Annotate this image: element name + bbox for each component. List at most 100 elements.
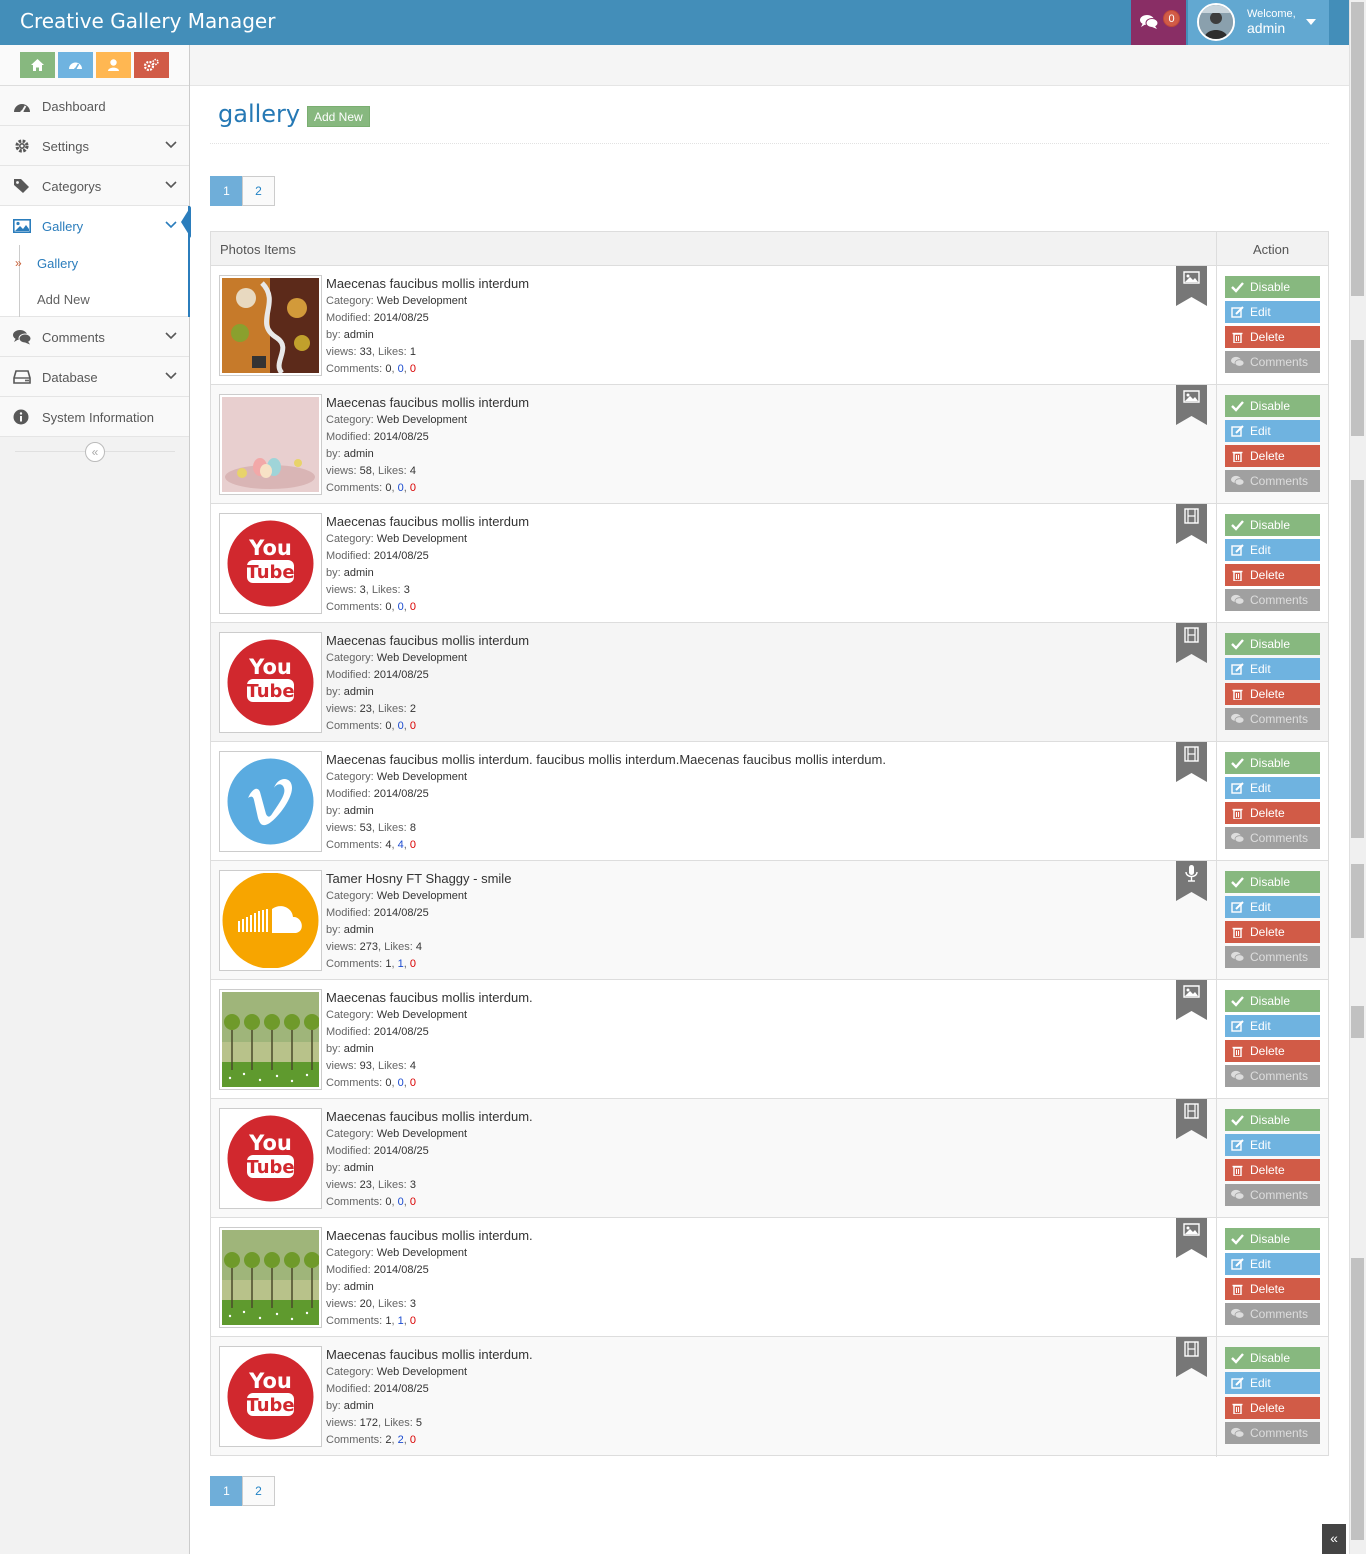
thumbnail-image[interactable] [219, 989, 322, 1090]
delete-button[interactable]: Delete [1225, 1278, 1320, 1300]
item-title[interactable]: Tamer Hosny FT Shaggy - smile [326, 871, 1176, 887]
sidebar-collapse-button[interactable]: « [85, 442, 105, 462]
scrollbar-thumb[interactable] [1351, 1006, 1364, 1038]
disable-button[interactable]: Disable [1225, 395, 1320, 417]
disable-button[interactable]: Disable [1225, 633, 1320, 655]
item-title[interactable]: Maecenas faucibus mollis interdum. [326, 1347, 1176, 1363]
cogs-shortcut-button[interactable] [134, 52, 169, 78]
delete-button[interactable]: Delete [1225, 683, 1320, 705]
sidebar-item-categorys[interactable]: Categorys [0, 166, 189, 206]
scroll-to-top-button[interactable]: « [1322, 1524, 1346, 1554]
disable-button[interactable]: Disable [1225, 1109, 1320, 1131]
item-title[interactable]: Maecenas faucibus mollis interdum [326, 514, 1176, 530]
comments-button[interactable]: Comments [1225, 1184, 1320, 1206]
delete-button[interactable]: Delete [1225, 1397, 1320, 1419]
edit-button[interactable]: Edit [1225, 658, 1320, 680]
page-1-button[interactable]: 1 [210, 176, 243, 206]
scrollbar-thumb[interactable] [1351, 340, 1364, 436]
messages-button[interactable]: 0 [1131, 0, 1186, 45]
scrollbar-thumb[interactable] [1351, 864, 1364, 938]
edit-button[interactable]: Edit [1225, 420, 1320, 442]
item-title[interactable]: Maecenas faucibus mollis interdum [326, 276, 1176, 292]
edit-button[interactable]: Edit [1225, 1253, 1320, 1275]
thumbnail-image[interactable] [219, 394, 322, 495]
page-1-button[interactable]: 1 [210, 1476, 243, 1506]
sidebar-item-database[interactable]: Database [0, 357, 189, 397]
delete-button[interactable]: Delete [1225, 326, 1320, 348]
item-likes: 5 [415, 1417, 423, 1429]
by-label: by: [326, 1281, 341, 1293]
trash-icon [1232, 1403, 1243, 1414]
sidebar-item-gallery[interactable]: Gallery [0, 206, 190, 246]
button-label: Delete [1250, 687, 1285, 701]
scrollbar-thumb[interactable] [1351, 480, 1364, 838]
delete-button[interactable]: Delete [1225, 921, 1320, 943]
thumbnail-image[interactable]: You Tube [219, 1108, 322, 1209]
svg-text:Tube: Tube [246, 1395, 294, 1416]
app-title[interactable]: Creative Gallery Manager [20, 9, 275, 33]
home-shortcut-button[interactable] [20, 52, 55, 78]
edit-button[interactable]: Edit [1225, 777, 1320, 799]
edit-button[interactable]: Edit [1225, 1015, 1320, 1037]
sidebar-item-system-information[interactable]: System Information [0, 397, 189, 437]
submenu-item-gallery[interactable]: Gallery [37, 256, 78, 271]
edit-button[interactable]: Edit [1225, 896, 1320, 918]
delete-button[interactable]: Delete [1225, 1040, 1320, 1062]
user-shortcut-button[interactable] [96, 52, 131, 78]
disable-button[interactable]: Disable [1225, 990, 1320, 1012]
edit-button[interactable]: Edit [1225, 301, 1320, 323]
thumbnail-image[interactable] [219, 275, 322, 376]
disable-button[interactable]: Disable [1225, 276, 1320, 298]
user-menu[interactable]: Welcome, admin [1188, 0, 1329, 45]
item-title[interactable]: Maecenas faucibus mollis interdum. [326, 990, 1176, 1006]
disable-button[interactable]: Disable [1225, 1347, 1320, 1369]
disable-button[interactable]: Disable [1225, 752, 1320, 774]
edit-button[interactable]: Edit [1225, 539, 1320, 561]
comments-button[interactable]: Comments [1225, 1303, 1320, 1325]
disable-button[interactable]: Disable [1225, 514, 1320, 536]
thumbnail-image[interactable]: You Tube [219, 513, 322, 614]
delete-button[interactable]: Delete [1225, 1159, 1320, 1181]
item-title[interactable]: Maecenas faucibus mollis interdum. fauci… [326, 752, 1176, 768]
page-2-button[interactable]: 2 [242, 1476, 275, 1506]
edit-button[interactable]: Edit [1225, 1372, 1320, 1394]
disable-button[interactable]: Disable [1225, 1228, 1320, 1250]
comments-button[interactable]: Comments [1225, 470, 1320, 492]
thumbnail-image[interactable] [219, 751, 322, 852]
item-info: Maecenas faucibus mollis interdum Categor… [326, 633, 1176, 735]
comments-button[interactable]: Comments [1225, 946, 1320, 968]
comments-button[interactable]: Comments [1225, 1065, 1320, 1087]
comments-button[interactable]: Comments [1225, 708, 1320, 730]
thumbnail-image[interactable]: You Tube [219, 1346, 322, 1447]
delete-button[interactable]: Delete [1225, 564, 1320, 586]
button-label: Comments [1250, 474, 1309, 488]
sidebar-item-comments[interactable]: Comments [0, 317, 189, 357]
thumbnail-image[interactable] [219, 870, 322, 971]
item-likes: 3 [409, 1298, 416, 1310]
item-title[interactable]: Maecenas faucibus mollis interdum. [326, 1109, 1176, 1125]
page-2-button[interactable]: 2 [242, 176, 275, 206]
item-title[interactable]: Maecenas faucibus mollis interdum [326, 395, 1176, 411]
submenu-item-add-new[interactable]: Add New [37, 292, 90, 307]
add-new-button[interactable]: Add New [307, 106, 370, 127]
delete-button[interactable]: Delete [1225, 802, 1320, 824]
item-title[interactable]: Maecenas faucibus mollis interdum [326, 633, 1176, 649]
table-row: Tamer Hosny FT Shaggy - smile Category: W… [211, 861, 1328, 980]
sidebar-item-dashboard[interactable]: Dashboard [0, 86, 189, 126]
item-title[interactable]: Maecenas faucibus mollis interdum. [326, 1228, 1176, 1244]
disable-button[interactable]: Disable [1225, 871, 1320, 893]
comments-button[interactable]: Comments [1225, 1422, 1320, 1444]
trash-icon [1232, 927, 1243, 938]
scrollbar-thumb[interactable] [1351, 1258, 1364, 1540]
sidebar-item-settings[interactable]: Settings [0, 126, 189, 166]
comments-button[interactable]: Comments [1225, 827, 1320, 849]
comments-button[interactable]: Comments [1225, 351, 1320, 373]
thumbnail-image[interactable] [219, 1227, 322, 1328]
scrollbar-thumb[interactable] [1351, 2, 1364, 296]
dashboard-shortcut-button[interactable] [58, 52, 93, 78]
modified-label: Modified: [326, 550, 371, 562]
delete-button[interactable]: Delete [1225, 445, 1320, 467]
edit-button[interactable]: Edit [1225, 1134, 1320, 1156]
thumbnail-image[interactable]: You Tube [219, 632, 322, 733]
comments-button[interactable]: Comments [1225, 589, 1320, 611]
